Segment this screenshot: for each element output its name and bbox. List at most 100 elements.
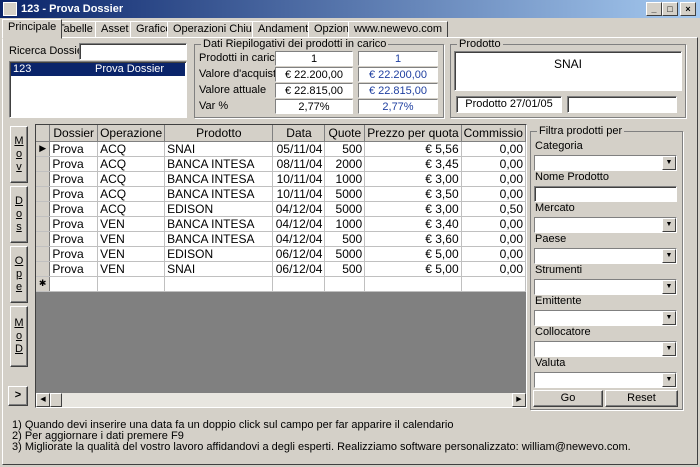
table-cell[interactable]: EDISON xyxy=(164,246,274,262)
table-cell[interactable]: 06/12/04 xyxy=(272,246,326,262)
minimize-button[interactable]: _ xyxy=(646,2,662,16)
filter-emittente-select[interactable]: ▼ xyxy=(534,310,677,326)
table-cell[interactable]: 1000 xyxy=(324,216,366,232)
filter-collocatore-select[interactable]: ▼ xyxy=(534,341,677,357)
table-cell[interactable]: BANCA INTESA xyxy=(164,171,274,187)
table-cell[interactable]: € 5,56 xyxy=(364,141,462,157)
operations-grid[interactable]: Dossier Operazione Prodotto Data Quote Prezzo… xyxy=(35,124,527,408)
column-header[interactable]: Quote xyxy=(324,125,366,142)
scroll-thumb[interactable] xyxy=(50,393,62,407)
table-row[interactable]: ▶ Prova ACQ SNAI 05/11/04 500 € 5,56 0,00 xyxy=(36,141,526,157)
table-cell[interactable]: ACQ xyxy=(97,156,166,172)
mov-button[interactable]: Mov xyxy=(10,126,28,183)
filter-valuta-select[interactable]: ▼ xyxy=(534,372,677,388)
column-header[interactable]: Prezzo per quota xyxy=(364,125,462,142)
table-cell[interactable]: ACQ xyxy=(97,141,166,157)
filter-mercato-select[interactable]: ▼ xyxy=(534,217,677,233)
table-cell[interactable]: ACQ xyxy=(97,186,166,202)
table-row[interactable]: Prova VEN BANCA INTESA 04/12/04 500 € 3,60 0,0… xyxy=(36,231,526,247)
table-cell[interactable]: € 5,00 xyxy=(364,261,462,277)
dossier-list[interactable]: 123 Prova Dossier xyxy=(9,61,187,118)
table-cell[interactable]: € 3,50 xyxy=(364,186,462,202)
table-cell[interactable]: Prova xyxy=(49,246,99,262)
tab-principale[interactable]: Principale xyxy=(2,19,63,39)
table-cell[interactable]: BANCA INTESA xyxy=(164,186,274,202)
table-cell[interactable] xyxy=(97,276,166,292)
table-cell[interactable]: Prova xyxy=(49,216,99,232)
table-cell[interactable]: 5000 xyxy=(324,246,366,262)
reset-button[interactable]: Reset xyxy=(605,390,678,407)
table-cell[interactable]: 5000 xyxy=(324,201,366,217)
scroll-left-icon[interactable]: ◀ xyxy=(36,393,50,407)
row-selector[interactable] xyxy=(36,261,51,277)
new-row[interactable]: ✱ xyxy=(36,276,526,292)
chevron-down-icon[interactable]: ▼ xyxy=(662,280,676,294)
filter-strumenti-select[interactable]: ▼ xyxy=(534,279,677,295)
table-cell[interactable]: € 3,40 xyxy=(364,216,462,232)
column-header[interactable]: Dossier xyxy=(49,125,99,142)
chevron-down-icon[interactable]: ▼ xyxy=(662,311,676,325)
scroll-right-icon[interactable]: ▶ xyxy=(512,393,526,407)
table-cell[interactable]: € 3,00 xyxy=(364,201,462,217)
table-cell[interactable]: Prova xyxy=(49,186,99,202)
table-cell[interactable]: ACQ xyxy=(97,201,166,217)
table-cell[interactable]: EDISON xyxy=(164,201,274,217)
table-cell[interactable]: ACQ xyxy=(97,171,166,187)
table-cell[interactable]: 500 xyxy=(324,231,366,247)
table-cell[interactable]: 500 xyxy=(324,141,366,157)
table-cell[interactable]: 0,00 xyxy=(461,216,526,232)
row-selector[interactable] xyxy=(36,216,51,232)
table-cell[interactable]: € 3,00 xyxy=(364,171,462,187)
column-header[interactable]: Data xyxy=(272,125,326,142)
table-cell[interactable]: Prova xyxy=(49,156,99,172)
table-cell[interactable]: 04/12/04 xyxy=(272,231,326,247)
filter-nome-prodotto-input[interactable] xyxy=(534,186,677,202)
next-button[interactable]: > xyxy=(8,386,28,406)
table-cell[interactable]: € 3,45 xyxy=(364,156,462,172)
table-cell[interactable]: Prova xyxy=(49,261,99,277)
table-cell[interactable]: € 3,60 xyxy=(364,231,462,247)
table-cell[interactable]: 04/12/04 xyxy=(272,216,326,232)
table-cell[interactable]: 0,00 xyxy=(461,231,526,247)
go-button[interactable]: Go xyxy=(533,390,603,407)
table-cell[interactable]: 05/11/04 xyxy=(272,141,326,157)
table-cell[interactable] xyxy=(324,276,366,292)
table-cell[interactable]: 0,50 xyxy=(461,201,526,217)
row-selector[interactable] xyxy=(36,201,51,217)
column-header[interactable]: Prodotto xyxy=(164,125,274,142)
table-cell[interactable]: 1000 xyxy=(324,171,366,187)
row-selector[interactable] xyxy=(36,186,51,202)
chevron-down-icon[interactable]: ▼ xyxy=(662,373,676,387)
chevron-down-icon[interactable]: ▼ xyxy=(662,156,676,170)
filter-categoria-select[interactable]: ▼ xyxy=(534,155,677,171)
table-cell[interactable]: € 5,00 xyxy=(364,246,462,262)
table-cell[interactable]: 0,00 xyxy=(461,246,526,262)
search-input[interactable] xyxy=(79,43,187,60)
ope-button[interactable]: Ope xyxy=(10,246,28,303)
table-cell[interactable]: Prova xyxy=(49,141,99,157)
dossier-list-item[interactable]: 123 Prova Dossier xyxy=(11,63,185,76)
table-cell[interactable]: 06/12/04 xyxy=(272,261,326,277)
table-cell[interactable]: SNAI xyxy=(164,141,274,157)
row-selector[interactable] xyxy=(36,231,51,247)
table-row[interactable]: Prova ACQ BANCA INTESA 10/11/04 1000 € 3,00 0,… xyxy=(36,171,526,187)
table-cell[interactable]: 04/12/04 xyxy=(272,201,326,217)
table-cell[interactable]: 10/11/04 xyxy=(272,186,326,202)
table-row[interactable]: Prova ACQ BANCA INTESA 10/11/04 5000 € 3,50 0,… xyxy=(36,186,526,202)
table-cell[interactable]: 08/11/04 xyxy=(272,156,326,172)
table-cell[interactable]: SNAI xyxy=(164,261,274,277)
table-cell[interactable]: BANCA INTESA xyxy=(164,216,274,232)
tab-www-newevo-com[interactable]: www.newevo.com xyxy=(348,21,449,38)
table-row[interactable]: Prova ACQ BANCA INTESA 08/11/04 2000 € 3,45 0,… xyxy=(36,156,526,172)
chevron-down-icon[interactable]: ▼ xyxy=(662,342,676,356)
table-row[interactable]: Prova ACQ EDISON 04/12/04 5000 € 3,00 0,50 xyxy=(36,201,526,217)
table-cell[interactable]: 0,00 xyxy=(461,186,526,202)
table-cell[interactable]: Prova xyxy=(49,231,99,247)
table-cell[interactable]: BANCA INTESA xyxy=(164,231,274,247)
table-row[interactable]: Prova VEN BANCA INTESA 04/12/04 1000 € 3,40 0,… xyxy=(36,216,526,232)
table-cell[interactable]: 0,00 xyxy=(461,141,526,157)
table-cell[interactable] xyxy=(164,276,274,292)
row-selector[interactable]: ▶ xyxy=(36,141,51,157)
column-header[interactable]: Operazione xyxy=(97,125,166,142)
mod-button[interactable]: MoD xyxy=(10,306,28,367)
